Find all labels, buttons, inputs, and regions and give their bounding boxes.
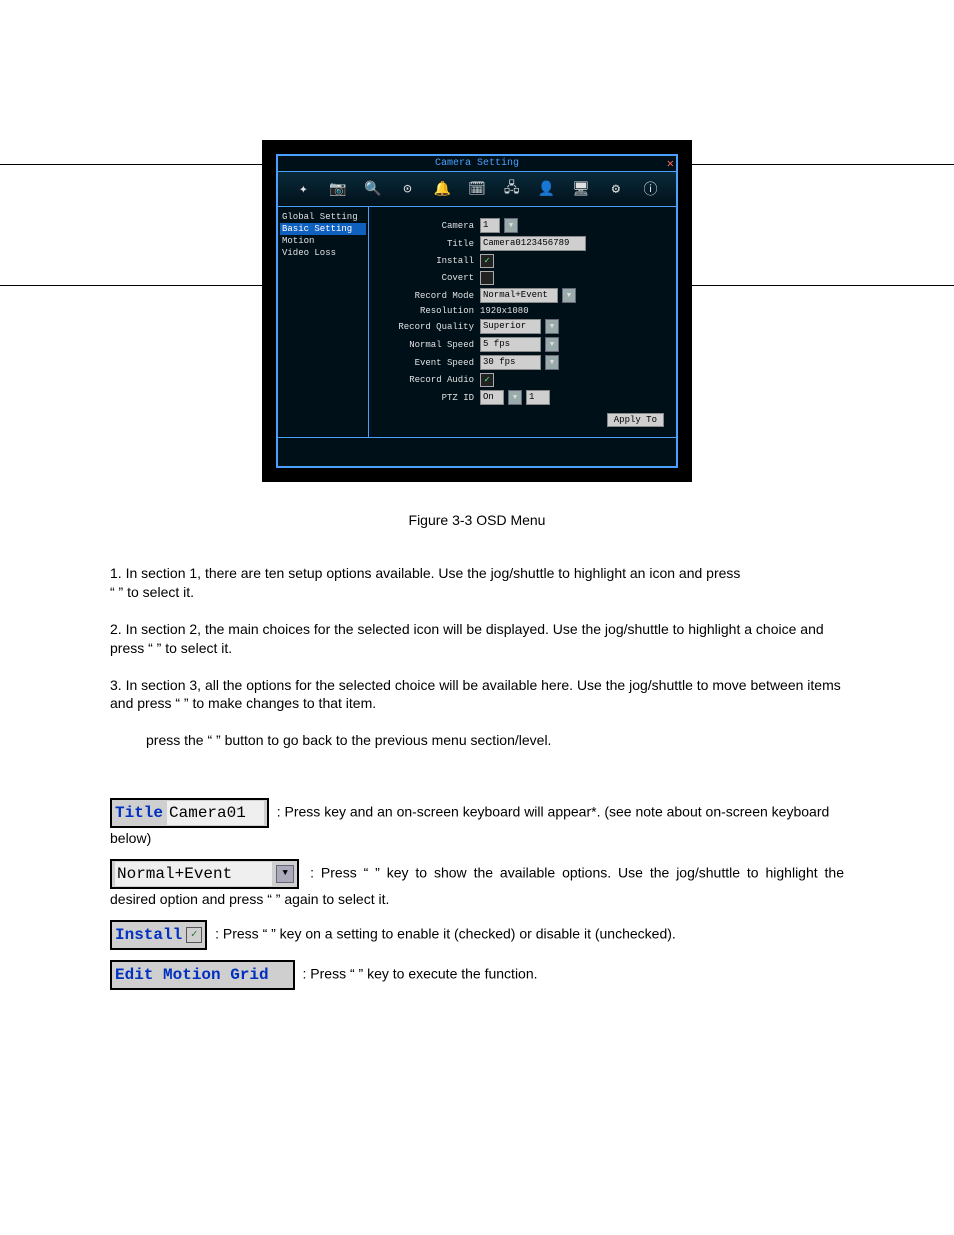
close-icon[interactable]: ✕ [667, 156, 674, 171]
para-1a: 1. In section 1, there are ten setup opt… [110, 565, 740, 581]
record-audio-checkbox[interactable]: ✓ [480, 373, 494, 387]
record-icon[interactable]: ⊙ [397, 178, 419, 200]
osd-toolbar: ✦ 📷 🔍 ⊙ 🔔 🗓 🖧 👤 🖥 ⚙ ⓘ [278, 171, 676, 207]
sidebar-item-motion[interactable]: Motion [280, 235, 366, 247]
title-input[interactable]: Camera0123456789 [480, 236, 586, 251]
covert-checkbox[interactable] [480, 271, 494, 285]
para-1b: “ ” to select it. [110, 584, 194, 600]
display-icon[interactable]: 🖥 [570, 178, 592, 200]
record-quality-label: Record Quality [379, 322, 480, 332]
install-label: Install [379, 256, 480, 266]
install-checkbox[interactable]: ✓ [480, 254, 494, 268]
record-quality-select[interactable]: Superior [480, 319, 541, 334]
camera-icon[interactable]: 📷 [327, 178, 349, 200]
osd-titlebar: Camera Setting ✕ [278, 156, 676, 171]
normal-speed-label: Normal Speed [379, 340, 480, 350]
event-speed-label: Event Speed [379, 358, 480, 368]
system-icon[interactable]: ✦ [292, 178, 314, 200]
ptz-id-input[interactable]: 1 [526, 390, 550, 405]
para-2: 2. In section 2, the main choices for th… [110, 620, 844, 658]
search-icon[interactable]: 🔍 [362, 178, 384, 200]
alarm-icon[interactable]: 🔔 [431, 178, 453, 200]
normal-speed-select[interactable]: 5 fps [480, 337, 541, 352]
info-icon[interactable]: ⓘ [640, 178, 662, 200]
record-mode-select[interactable]: Normal+Event [480, 288, 558, 303]
record-audio-label: Record Audio [379, 375, 480, 385]
resolution-value: 1920x1080 [480, 306, 529, 316]
chip-title-text-a: : Press [277, 804, 324, 820]
body-text: 1. In section 1, there are ten setup opt… [110, 564, 844, 750]
title-label: Title [379, 239, 480, 249]
chip-install: Install ✓ [110, 920, 207, 950]
record-mode-label: Record Mode [379, 291, 480, 301]
para-4: press the “ ” button to go back to the p… [110, 731, 844, 750]
config-icon[interactable]: ⚙ [605, 178, 627, 200]
osd-form: Camera 1 ▼ Title Camera0123456789 Install… [369, 207, 676, 437]
chip-motion-text: : Press “ ” key to execute the function. [303, 966, 538, 982]
chip-title: Title Camera01 [110, 798, 269, 828]
osd-sidebar: Global Setting Basic Setting Motion Vide… [278, 207, 369, 437]
chip-motion: Edit Motion Grid [110, 960, 295, 990]
sidebar-item-global[interactable]: Global Setting [280, 211, 366, 223]
chip-title-value: Camera01 [167, 801, 264, 825]
apply-to-button[interactable]: Apply To [607, 413, 664, 427]
osd-footer [278, 437, 676, 466]
chevron-down-icon[interactable]: ▼ [562, 288, 576, 303]
chevron-down-icon[interactable]: ▼ [545, 355, 559, 370]
chevron-down-icon[interactable]: ▼ [545, 319, 559, 334]
sidebar-item-basic[interactable]: Basic Setting [280, 223, 366, 235]
osd-window: Camera Setting ✕ ✦ 📷 🔍 ⊙ 🔔 🗓 🖧 👤 🖥 ⚙ ⓘ G… [276, 154, 678, 468]
check-icon: ✓ [186, 927, 202, 943]
para-3: 3. In section 3, all the options for the… [110, 676, 844, 714]
chevron-down-icon: ▼ [276, 865, 294, 883]
chip-install-label: Install [115, 923, 182, 947]
sidebar-item-video-loss[interactable]: Video Loss [280, 247, 366, 259]
chip-motion-label: Edit Motion Grid [115, 963, 269, 987]
camera-label: Camera [379, 221, 480, 231]
chevron-down-icon[interactable]: ▼ [504, 218, 518, 233]
schedule-icon[interactable]: 🗓 [466, 178, 488, 200]
covert-label: Covert [379, 273, 480, 283]
chevron-down-icon[interactable]: ▼ [545, 337, 559, 352]
chip-dropdown: Normal+Event ▼ [110, 859, 299, 889]
event-speed-select[interactable]: 30 fps [480, 355, 541, 370]
chip-install-text: : Press “ ” key on a setting to enable i… [215, 926, 676, 942]
figure-caption: Figure 3-3 OSD Menu [110, 512, 844, 528]
camera-select[interactable]: 1 [480, 218, 500, 233]
ptz-id-label: PTZ ID [379, 393, 480, 403]
ptz-id-on-select[interactable]: On [480, 390, 504, 405]
chip-title-label: Title [115, 801, 163, 825]
osd-screenshot: Camera Setting ✕ ✦ 📷 🔍 ⊙ 🔔 🗓 🖧 👤 🖥 ⚙ ⓘ G… [262, 140, 692, 482]
osd-title-text: Camera Setting [435, 158, 519, 169]
chevron-down-icon[interactable]: ▼ [508, 390, 522, 405]
user-icon[interactable]: 👤 [535, 178, 557, 200]
chip-dropdown-value: Normal+Event [115, 862, 272, 886]
network-icon[interactable]: 🖧 [501, 178, 523, 200]
resolution-label: Resolution [379, 306, 480, 316]
